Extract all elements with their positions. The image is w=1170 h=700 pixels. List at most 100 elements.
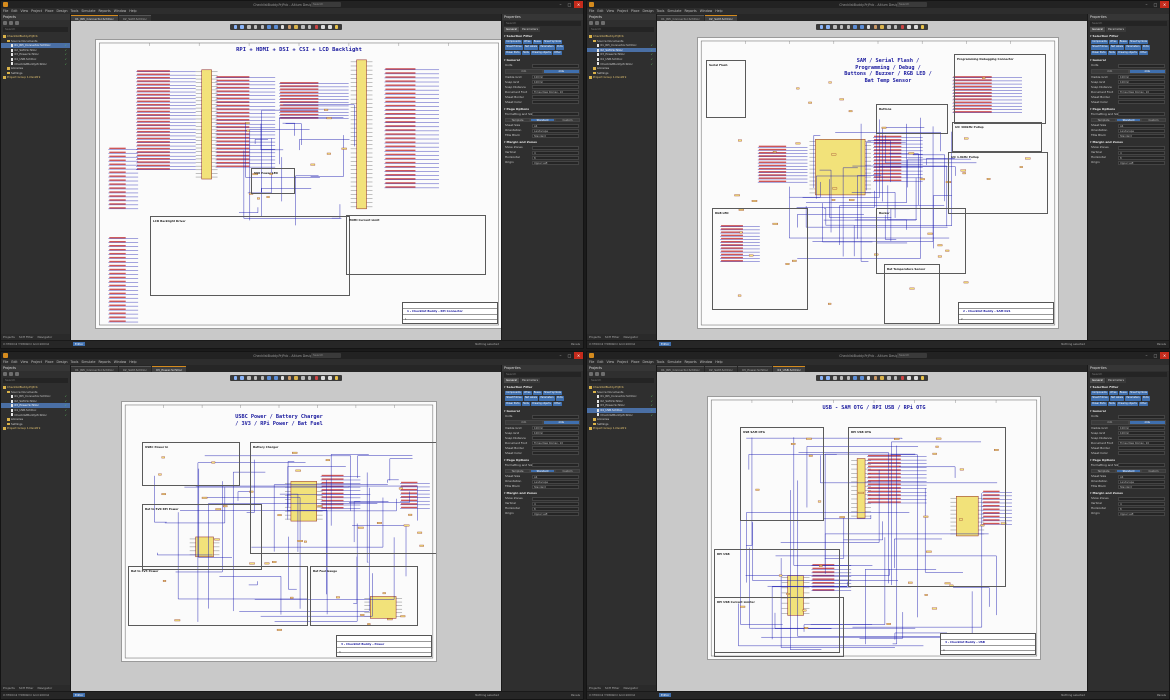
filter-button[interactable]: Ports	[555, 396, 564, 401]
filter-button[interactable]: Ports	[1141, 396, 1150, 401]
units-option[interactable]: mils	[542, 69, 580, 74]
sheet-color-value[interactable]	[532, 100, 579, 105]
align-icon[interactable]	[846, 376, 851, 380]
plus-icon[interactable]	[826, 25, 830, 29]
filter-button[interactable]: Power Ports	[1091, 50, 1107, 56]
move-icon[interactable]	[253, 376, 258, 380]
schematic-canvas[interactable]: RPI + HDMI + DSI + CSI + LCD Backlight 1…	[71, 21, 501, 340]
sheet-symbol-icon[interactable]	[301, 376, 305, 380]
show-zones-value[interactable]	[532, 496, 579, 501]
open-folder-icon[interactable]	[595, 372, 599, 376]
menu-item-help[interactable]: Help	[129, 9, 136, 13]
circuit-block[interactable]: Bat Fuel Gauge	[310, 566, 418, 626]
note-icon[interactable]	[334, 376, 339, 380]
filter-button[interactable]: Power Ports	[505, 50, 521, 56]
filter-button[interactable]: Wires	[522, 391, 532, 396]
properties-search-input[interactable]: Search	[504, 21, 581, 26]
maximize-icon[interactable]: □	[1151, 1, 1160, 8]
filter-button[interactable]: Wires	[522, 40, 532, 45]
formatting-option[interactable]: Standard	[530, 117, 555, 123]
vertical-zones-value[interactable]: 4	[532, 501, 579, 506]
directive-icon[interactable]	[314, 25, 319, 29]
panel-tab[interactable]: SCH Filter	[605, 335, 620, 339]
close-icon[interactable]: ×	[1160, 352, 1169, 359]
plus-icon[interactable]	[240, 25, 244, 29]
shape-icon[interactable]	[914, 25, 918, 29]
show-zones-value[interactable]	[1118, 496, 1165, 501]
note-icon[interactable]	[920, 376, 925, 380]
visible-grid-value[interactable]: 100mil	[1118, 426, 1165, 430]
filter-button[interactable]: Buses	[1118, 391, 1128, 396]
orientation-value[interactable]: Landscape	[1118, 479, 1165, 484]
bus-icon[interactable]	[860, 376, 864, 380]
filter-button[interactable]: Sheet Entries	[1091, 396, 1109, 401]
wire-icon[interactable]	[267, 376, 271, 380]
snap-distance-value[interactable]	[1118, 85, 1165, 90]
text-icon[interactable]	[321, 376, 325, 380]
tree-item[interactable]: Project Group 1.DsnWrk	[1, 75, 70, 80]
editor-tab[interactable]: Editor	[73, 693, 86, 697]
power-port-icon[interactable]	[873, 376, 878, 380]
open-folder-icon[interactable]	[9, 21, 13, 25]
filter-button[interactable]: Components	[1091, 391, 1108, 396]
filter-button[interactable]: Buses	[1118, 40, 1128, 45]
circuit-block[interactable]: HDMI Current Limit	[346, 215, 486, 275]
filter-button[interactable]: Drawing objects	[531, 50, 552, 56]
filter-icon[interactable]	[233, 25, 238, 29]
circuit-block[interactable]: Bat to 5V0 RPi Power	[142, 504, 262, 570]
projects-search-input[interactable]: Search	[3, 378, 68, 383]
panels-button[interactable]: Panels	[1157, 693, 1166, 697]
note-icon[interactable]	[334, 25, 339, 29]
filter-button[interactable]: Other	[552, 401, 562, 407]
menu-item-edit[interactable]: Edit	[11, 9, 17, 13]
circuit-block[interactable]: Buttons	[876, 104, 948, 134]
filter-button[interactable]: Sheet Symbols	[542, 391, 563, 396]
filter-button[interactable]: Wires	[1108, 40, 1118, 45]
formatting-option[interactable]: Custom	[1141, 117, 1166, 123]
port-icon[interactable]	[307, 25, 312, 29]
units-option[interactable]: mm	[505, 69, 543, 74]
snap-grid-value[interactable]: 100mil	[532, 431, 579, 435]
menu-item-view[interactable]: View	[607, 360, 615, 364]
title-block-option-value[interactable]: Standard	[1118, 133, 1165, 138]
circuit-block[interactable]: Battery Charger	[250, 442, 436, 554]
menu-item-reports[interactable]: Reports	[98, 9, 110, 13]
power-port-icon[interactable]	[287, 25, 292, 29]
shape-icon[interactable]	[328, 25, 332, 29]
panels-button[interactable]: Panels	[571, 693, 580, 697]
menu-item-place[interactable]: Place	[631, 360, 639, 364]
shape-icon[interactable]	[328, 376, 332, 380]
filter-button[interactable]: Power Ports	[505, 401, 521, 407]
circuit-block[interactable]: Programming Debugging Connector	[954, 54, 1046, 124]
menu-item-simulate[interactable]: Simulate	[81, 9, 95, 13]
plus-icon[interactable]	[826, 376, 830, 380]
filter-button[interactable]: Parameters	[1125, 396, 1141, 401]
schematic-canvas[interactable]: USBC Power / Battery Charger / 3V3 / RPi…	[71, 372, 501, 691]
schematic-sheet[interactable]: USBC Power / Battery Charger / 3V3 / RPi…	[121, 401, 437, 662]
tree-item[interactable]: Project Group 1.DsnWrk	[1, 426, 70, 431]
menu-item-simulate[interactable]: Simulate	[667, 9, 681, 13]
text-icon[interactable]	[321, 25, 325, 29]
menu-item-reports[interactable]: Reports	[684, 360, 696, 364]
filter-button[interactable]: Wires	[1108, 391, 1118, 396]
properties-tab[interactable]: Parameters	[520, 378, 541, 383]
close-icon[interactable]: ×	[574, 1, 583, 8]
filter-icon[interactable]	[819, 25, 824, 29]
net-label-icon[interactable]	[866, 25, 871, 29]
filter-button[interactable]: Buses	[532, 40, 542, 45]
formatting-option[interactable]: Custom	[555, 468, 580, 474]
gear-icon[interactable]	[601, 372, 605, 376]
select-icon[interactable]	[247, 25, 251, 29]
filter-button[interactable]: Sheet Entries	[505, 45, 523, 50]
properties-tab[interactable]: General	[504, 378, 520, 383]
document-font-value[interactable]: Times New Roman, 10	[532, 90, 579, 94]
minimize-icon[interactable]: –	[556, 352, 565, 359]
filter-button[interactable]: Parameters	[539, 396, 555, 401]
menu-item-edit[interactable]: Edit	[597, 9, 603, 13]
sheet-symbol-icon[interactable]	[301, 25, 305, 29]
port-icon[interactable]	[307, 376, 312, 380]
orientation-value[interactable]: Landscape	[1118, 128, 1165, 133]
menu-item-project[interactable]: Project	[617, 9, 628, 13]
filter-button[interactable]: Ports	[1141, 45, 1150, 50]
global-search-input[interactable]: Search	[897, 2, 927, 7]
